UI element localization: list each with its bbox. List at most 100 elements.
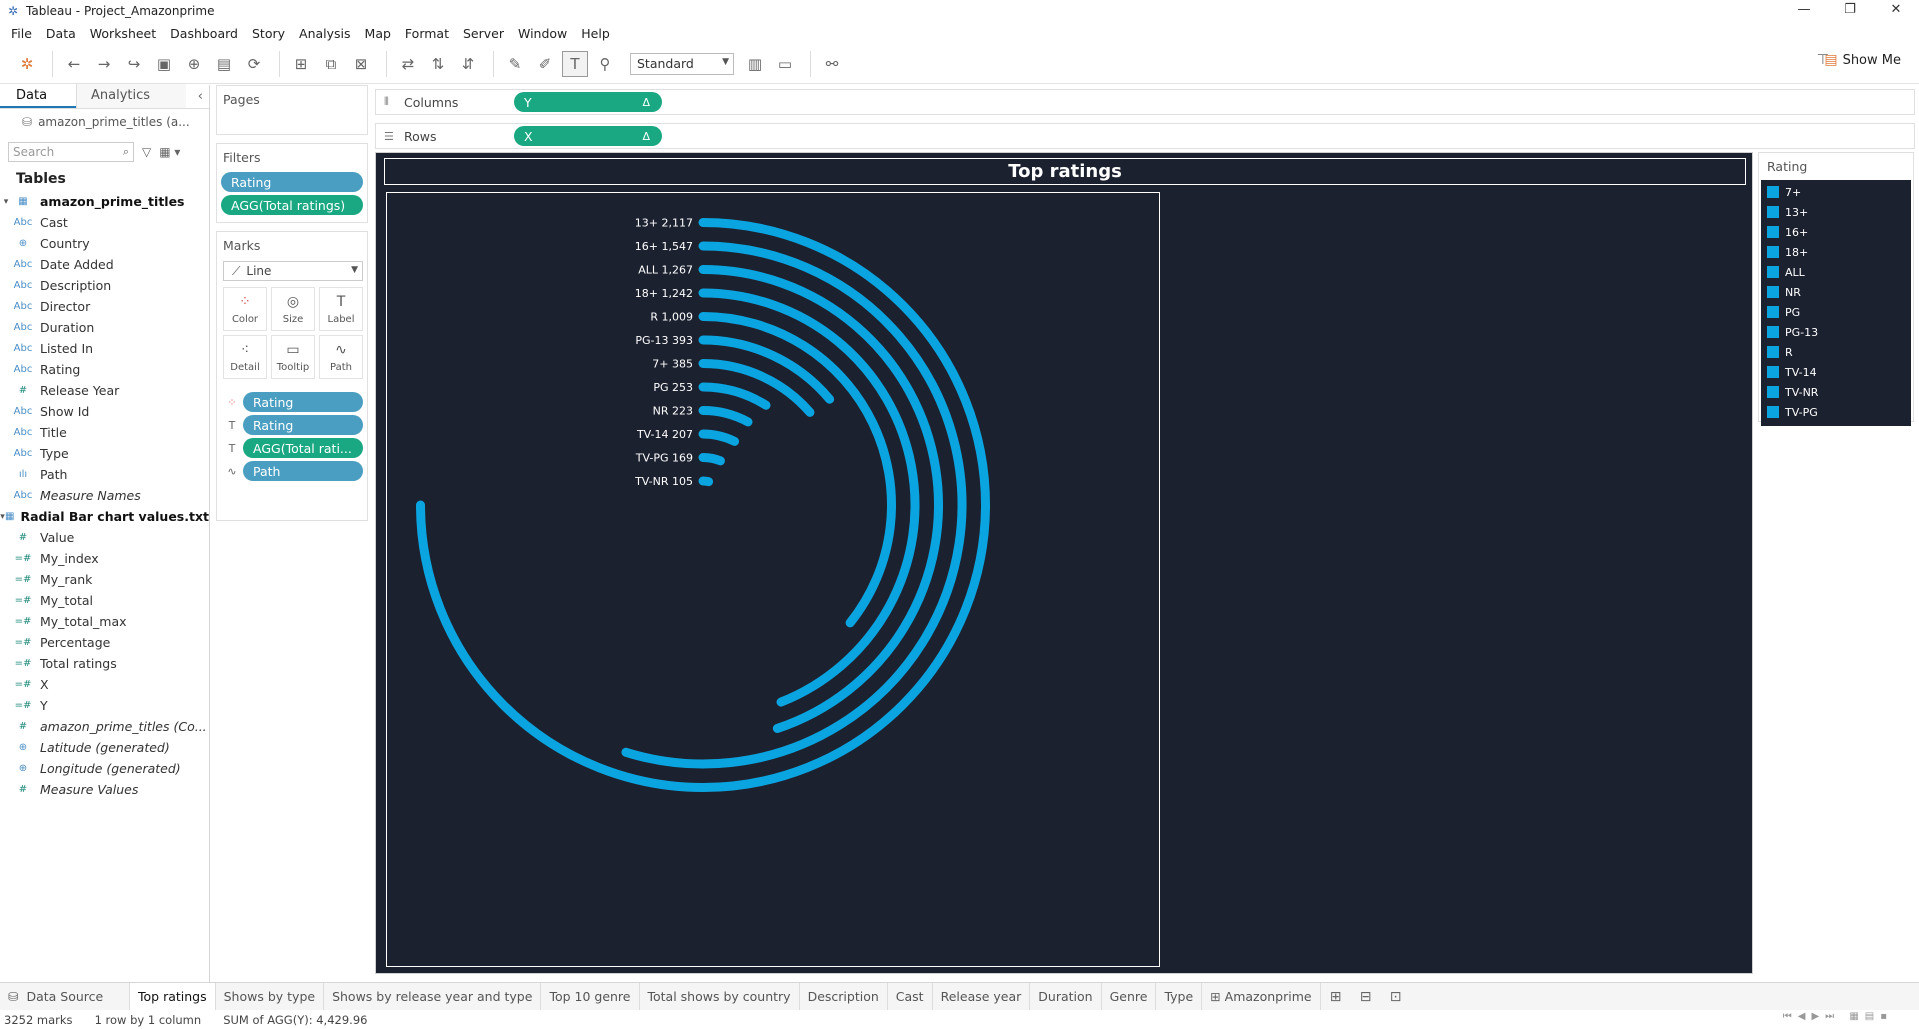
pause-updates-icon[interactable]: ▤ xyxy=(211,51,237,77)
viz-title[interactable]: Top ratings xyxy=(384,158,1746,185)
show-me-button[interactable]: ▤ Show Me xyxy=(1824,52,1901,68)
close-button[interactable]: ✕ xyxy=(1873,0,1919,22)
pill-rating-color[interactable]: Rating xyxy=(243,392,363,412)
tab-data-source[interactable]: ⛁ Data Source xyxy=(0,982,130,1011)
radial-bar-chart[interactable]: 13+ 2,117 16+ 1,547 ALL 1,267 18+ 1,242 R 1,… xyxy=(387,193,1159,966)
menu-help[interactable]: Help xyxy=(574,26,617,41)
size-button[interactable]: ◎ Size xyxy=(271,287,315,331)
field-item[interactable]: Abc Title xyxy=(0,422,209,443)
view-options-icon[interactable]: ▦ ▾ xyxy=(159,145,180,159)
menu-server[interactable]: Server xyxy=(456,26,511,41)
legend-item[interactable]: ALL xyxy=(1761,262,1911,282)
field-item[interactable]: Abc Listed In xyxy=(0,338,209,359)
menu-worksheet[interactable]: Worksheet xyxy=(83,26,163,41)
rows-shelf[interactable]: ☰ Rows X Δ xyxy=(375,123,1915,149)
tableau-home-icon[interactable]: ✲ xyxy=(14,51,40,77)
field-item[interactable]: Abc Show Id xyxy=(0,401,209,422)
search-input[interactable]: Search ⌕ xyxy=(8,142,134,162)
redo-icon[interactable]: → xyxy=(91,51,117,77)
menu-map[interactable]: Map xyxy=(358,26,398,41)
new-dashboard-icon[interactable]: ⊟ xyxy=(1351,989,1381,1005)
field-item[interactable]: ⊕ Longitude (generated) xyxy=(0,758,209,779)
field-item[interactable]: =# My_total_max xyxy=(0,611,209,632)
columns-shelf[interactable]: ⦀ Columns Y Δ xyxy=(375,89,1915,115)
sheet-tab[interactable]: Type xyxy=(1156,982,1203,1011)
field-item[interactable]: ılı Path xyxy=(0,464,209,485)
field-item[interactable]: Abc Director xyxy=(0,296,209,317)
replay-icon[interactable]: ↪ xyxy=(121,51,147,77)
sheet-tab[interactable]: Duration xyxy=(1030,982,1102,1011)
legend-item[interactable]: 16+ xyxy=(1761,222,1911,242)
menu-data[interactable]: Data xyxy=(39,26,83,41)
menu-dashboard[interactable]: Dashboard xyxy=(163,26,245,41)
field-item[interactable]: # Release Year xyxy=(0,380,209,401)
sheet-tab[interactable]: Top ratings xyxy=(130,982,216,1011)
legend-item[interactable]: TV-PG xyxy=(1761,402,1911,422)
field-item[interactable]: # amazon_prime_titles (Co... xyxy=(0,716,209,737)
field-item[interactable]: # Value xyxy=(0,527,209,548)
swap-rows-columns-icon[interactable]: ⇄ xyxy=(395,51,421,77)
field-item[interactable]: # Measure Values xyxy=(0,779,209,800)
new-worksheet-icon[interactable]: ⊞ xyxy=(288,51,314,77)
new-datasource-icon[interactable]: ⊕ xyxy=(181,51,207,77)
field-item[interactable]: Abc Cast xyxy=(0,212,209,233)
maximize-button[interactable]: ❐ xyxy=(1827,0,1873,22)
field-item[interactable]: Abc Rating xyxy=(0,359,209,380)
field-item[interactable]: =# Total ratings xyxy=(0,653,209,674)
mark-type-select[interactable]: ⟋ Line ▼ xyxy=(223,261,363,281)
show-mark-labels-icon[interactable]: T xyxy=(562,50,588,77)
field-item[interactable]: ⊕ Country xyxy=(0,233,209,254)
sort-ascending-icon[interactable]: ⇅ xyxy=(425,51,451,77)
filter-pill-total-ratings[interactable]: AGG(Total ratings) xyxy=(221,195,363,215)
menu-file[interactable]: File xyxy=(4,26,39,41)
radial-bar-tv-14[interactable] xyxy=(698,429,740,446)
detail-button[interactable]: ⁖ Detail xyxy=(223,335,267,379)
field-item[interactable]: =# Y xyxy=(0,695,209,716)
pages-card[interactable]: Pages xyxy=(216,85,368,135)
columns-pill-y[interactable]: Y Δ xyxy=(514,92,662,112)
radial-bar-nr[interactable] xyxy=(698,406,753,427)
field-item[interactable]: Abc Date Added xyxy=(0,254,209,275)
sheet-tab[interactable]: Shows by type xyxy=(216,982,325,1011)
sheet-tab[interactable]: Shows by release year and type xyxy=(324,982,542,1011)
legend-item[interactable]: TV-14 xyxy=(1761,362,1911,382)
legend-item[interactable]: PG-13 xyxy=(1761,322,1911,342)
sort-descending-icon[interactable]: ⇵ xyxy=(455,51,481,77)
show-cards-icon[interactable]: ▥ xyxy=(742,51,768,77)
menu-analysis[interactable]: Analysis xyxy=(292,26,358,41)
field-item[interactable]: Abc Duration xyxy=(0,317,209,338)
sheet-tab[interactable]: Genre xyxy=(1102,982,1157,1011)
tooltip-button[interactable]: ▭ Tooltip xyxy=(271,335,315,379)
sheet-tab[interactable]: Cast xyxy=(888,982,933,1011)
pill-path[interactable]: Path xyxy=(243,461,363,481)
legend-item[interactable]: 18+ xyxy=(1761,242,1911,262)
pill-total-ratings-label[interactable]: AGG(Total rati... xyxy=(243,438,363,458)
tab-analytics[interactable]: Analytics xyxy=(76,84,186,108)
field-item[interactable]: Abc Description xyxy=(0,275,209,296)
sheet-tab[interactable]: Total shows by country xyxy=(640,982,800,1011)
new-worksheet-icon[interactable]: ⊞ xyxy=(1321,989,1351,1005)
clear-sheet-icon[interactable]: ⊠ xyxy=(348,51,374,77)
sheet-tab[interactable]: Top 10 genre xyxy=(541,982,640,1011)
field-item[interactable]: =# My_index xyxy=(0,548,209,569)
legend-item[interactable]: 13+ xyxy=(1761,202,1911,222)
label-button[interactable]: T Label xyxy=(319,287,363,331)
radial-bar-tv-pg[interactable] xyxy=(698,453,725,466)
radial-bar-13-[interactable] xyxy=(416,218,990,792)
expand-icon[interactable]: ▾ xyxy=(0,197,12,207)
legend-item[interactable]: 7+ xyxy=(1761,182,1911,202)
sheet-nav-icons[interactable]: ⏮◀▶⏭ ▦▤▪ xyxy=(1783,1011,1893,1022)
minimize-button[interactable]: — xyxy=(1781,0,1827,22)
path-button[interactable]: ∿ Path xyxy=(319,335,363,379)
field-item[interactable]: =# My_total xyxy=(0,590,209,611)
field-item[interactable]: Abc Type xyxy=(0,443,209,464)
legend-item[interactable]: NR xyxy=(1761,282,1911,302)
datasource-item[interactable]: ⛁ amazon_prime_titles (a... xyxy=(0,109,209,135)
field-item[interactable]: Abc Measure Names xyxy=(0,485,209,506)
refresh-icon[interactable]: ⟳ xyxy=(241,51,267,77)
menu-story[interactable]: Story xyxy=(245,26,292,41)
table-radial-bar-values[interactable]: ▾ ▦ Radial Bar chart values.txt xyxy=(0,506,209,527)
field-item[interactable]: ⊕ Latitude (generated) xyxy=(0,737,209,758)
highlight-icon[interactable]: ✎ xyxy=(502,51,528,77)
tab-data[interactable]: Data xyxy=(0,84,76,108)
